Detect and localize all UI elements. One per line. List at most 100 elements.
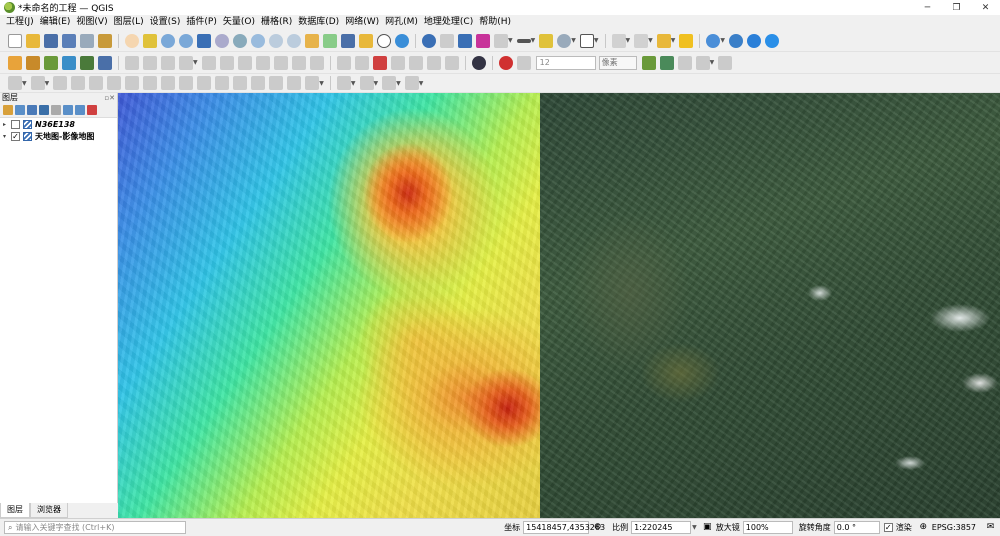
chevron-down-icon[interactable]: ▼ <box>720 37 725 44</box>
merge-attributes-icon[interactable] <box>269 76 284 90</box>
lock-icon[interactable]: ▣ <box>702 522 713 533</box>
label-pin-icon[interactable] <box>354 55 369 70</box>
scale-field[interactable]: 1:220245 <box>631 521 692 534</box>
panel-float-close-icon[interactable]: ▫✕ <box>104 93 115 103</box>
statistics-sigma-icon[interactable] <box>476 33 490 48</box>
add-vector-icon[interactable] <box>44 55 58 70</box>
filter-legend-icon[interactable] <box>39 105 49 115</box>
search-input[interactable]: 请输入关键字查找 (Ctrl+K) <box>15 522 114 533</box>
paste-icon[interactable] <box>273 55 288 70</box>
menu-view[interactable]: 视图(V) <box>73 15 110 30</box>
coordinate-field[interactable]: 15418457,4353263 <box>523 521 605 534</box>
minimize-button[interactable]: ─ <box>913 0 942 15</box>
chevron-down-icon[interactable]: ▼ <box>319 80 324 87</box>
data-source-manager-icon[interactable] <box>8 55 22 70</box>
font-size-spinner[interactable]: 12 <box>535 55 596 70</box>
measure-line-icon[interactable] <box>516 38 531 43</box>
sync-icon[interactable] <box>765 33 779 48</box>
rotate-symbols-icon[interactable] <box>287 76 302 90</box>
new-project-icon[interactable] <box>8 33 22 48</box>
snapping-icon[interactable] <box>516 55 531 70</box>
label-move-icon[interactable] <box>390 55 405 70</box>
crs-globe-icon[interactable]: ⊕ <box>918 522 929 533</box>
zoom-layer-icon[interactable] <box>233 33 247 48</box>
rotate-feature-icon[interactable] <box>71 76 86 90</box>
chevron-down-icon[interactable]: ▼ <box>626 37 631 44</box>
new-map-view-icon[interactable] <box>305 33 319 48</box>
tab-browser[interactable]: 浏览器 <box>30 503 68 518</box>
zoom-selection-icon[interactable] <box>215 33 229 48</box>
collapse-arrow-icon[interactable]: ▾ <box>3 133 11 140</box>
chevron-down-icon[interactable]: ▼ <box>396 80 401 87</box>
chevron-down-icon[interactable]: ▼ <box>692 524 697 531</box>
reshape-icon[interactable] <box>179 76 194 90</box>
new-3d-view-icon[interactable] <box>323 33 337 48</box>
manage-visibility-icon[interactable] <box>27 105 37 115</box>
fill-ring-icon[interactable] <box>125 76 140 90</box>
python-console-icon[interactable] <box>706 33 721 48</box>
merge-features-icon[interactable] <box>251 76 266 90</box>
chevron-down-icon[interactable]: ▼ <box>648 37 653 44</box>
add-mesh-icon[interactable] <box>80 55 94 70</box>
tab-layers[interactable]: 图层 <box>0 503 30 518</box>
render-checkbox[interactable]: ✓ <box>883 523 893 532</box>
locator-search[interactable]: ⌕ 请输入关键字查找 (Ctrl+K) <box>4 521 186 534</box>
zoom-last-icon[interactable] <box>269 33 283 48</box>
menu-vector[interactable]: 矢量(O) <box>220 15 258 30</box>
rotation-field[interactable]: 0.0 ° <box>833 521 880 534</box>
chevron-down-icon[interactable]: ▼ <box>508 37 513 44</box>
select-by-location-icon[interactable] <box>634 33 649 48</box>
map-canvas[interactable] <box>118 93 1000 518</box>
label-rotate-icon[interactable] <box>408 55 423 70</box>
delete-part-icon[interactable] <box>161 76 176 90</box>
refresh-icon[interactable] <box>395 33 409 48</box>
menu-plugins[interactable]: 插件(P) <box>183 15 219 30</box>
label-show-hide-icon[interactable] <box>444 55 459 70</box>
split-features-icon[interactable] <box>215 76 230 90</box>
add-virtual-layer-icon[interactable] <box>98 55 112 70</box>
menu-processing[interactable]: 地理处理(C) <box>421 15 476 30</box>
identify-features-icon[interactable] <box>422 33 436 48</box>
label-tool-icon[interactable] <box>336 55 351 70</box>
annotation-select-icon[interactable] <box>359 76 374 90</box>
cut-icon[interactable] <box>237 55 252 70</box>
menu-project[interactable]: 工程(J) <box>3 15 37 30</box>
map-tips-icon[interactable] <box>539 33 554 48</box>
add-raster-icon[interactable] <box>62 55 76 70</box>
layer-name[interactable]: 天地图-影像地图 <box>35 131 94 142</box>
chevron-down-icon[interactable]: ▼ <box>531 37 536 44</box>
annotation-text-icon[interactable] <box>404 76 419 90</box>
new-bookmark-icon[interactable] <box>341 33 355 48</box>
layer-row-tianditu[interactable]: ▾ ✓ 天地图-影像地图 <box>0 130 117 142</box>
chevron-down-icon[interactable]: ▼ <box>351 80 356 87</box>
attribute-table-icon[interactable] <box>440 33 454 48</box>
style-layer-icon[interactable] <box>3 105 13 115</box>
open-project-icon[interactable] <box>26 33 40 48</box>
menu-help[interactable]: 帮助(H) <box>476 15 514 30</box>
chevron-down-icon[interactable]: ▼ <box>594 37 599 44</box>
filter-expression-icon[interactable] <box>51 105 61 115</box>
add-ring-icon[interactable] <box>30 76 45 90</box>
zoom-in-icon[interactable] <box>161 33 175 48</box>
save-project-icon[interactable] <box>44 33 58 48</box>
save-edits-icon[interactable] <box>161 55 175 70</box>
save-as-icon[interactable] <box>62 33 76 48</box>
crs-label[interactable]: EPSG:3857 <box>932 523 976 532</box>
redo-icon[interactable] <box>309 55 324 70</box>
restore-button[interactable]: ❐ <box>942 0 971 15</box>
expand-arrow-icon[interactable]: ▸ <box>3 121 11 128</box>
layer-visibility-checkbox[interactable] <box>11 119 20 129</box>
offset-point-icon[interactable] <box>305 76 320 90</box>
zoom-out-icon[interactable] <box>179 33 193 48</box>
label-highlight-icon[interactable] <box>372 55 387 70</box>
pan-hand-icon[interactable] <box>125 33 139 48</box>
temporal-controller-icon[interactable] <box>377 33 391 48</box>
self-snapping-icon[interactable] <box>677 55 692 70</box>
menu-mesh[interactable]: 网孔(M) <box>382 15 421 30</box>
pan-to-selection-icon[interactable] <box>143 33 157 48</box>
add-group-icon[interactable] <box>15 105 25 115</box>
magnet-icon[interactable] <box>498 55 513 70</box>
select-by-expression-icon[interactable] <box>611 33 626 48</box>
layout-manager-icon[interactable] <box>98 33 112 48</box>
undo-icon[interactable] <box>291 55 306 70</box>
